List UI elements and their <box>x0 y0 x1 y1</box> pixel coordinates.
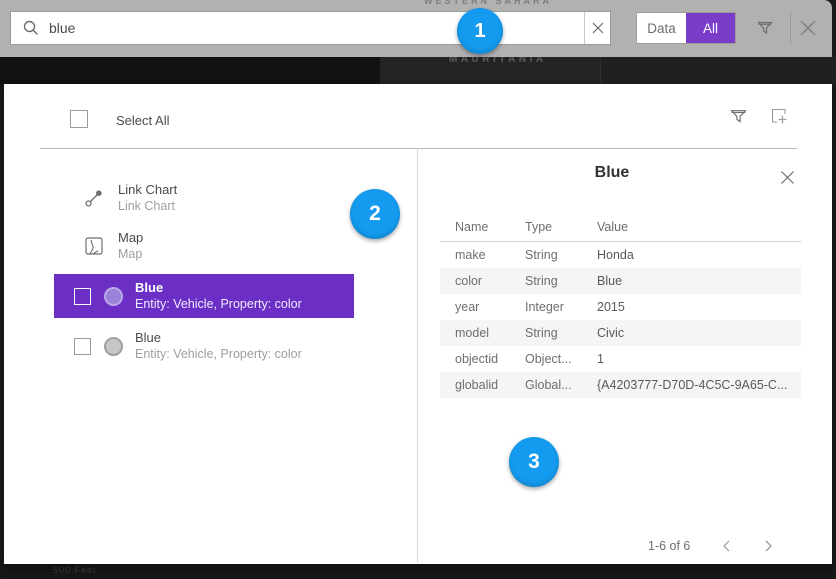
table-row[interactable]: objectid Object... 1 <box>440 346 801 372</box>
previous-page-button[interactable] <box>714 534 738 558</box>
attr-name: make <box>455 248 525 262</box>
result-subtitle: Entity: Vehicle, Property: color <box>135 346 302 362</box>
attr-type: String <box>525 248 597 262</box>
map-region-label: WESTERN SAHARA <box>424 0 552 6</box>
result-subtitle: Map <box>118 246 143 262</box>
entity-circle-icon <box>104 337 123 356</box>
result-title: Blue <box>135 280 302 296</box>
search-icon <box>23 20 39 36</box>
toolbar-divider <box>790 12 791 44</box>
attr-name: model <box>455 326 525 340</box>
map-icon <box>82 236 106 256</box>
link-chart-icon <box>82 188 106 208</box>
panel-header-divider <box>40 148 797 149</box>
column-header-name: Name <box>455 220 525 234</box>
attr-value: Honda <box>597 248 801 262</box>
search-scope-toggle: Data All <box>636 12 736 44</box>
attr-name: year <box>455 300 525 314</box>
table-row[interactable]: make String Honda <box>440 242 801 268</box>
pagination: 1-6 of 6 <box>604 534 804 558</box>
filter-button[interactable] <box>749 12 781 44</box>
app-window: MAURITANIA 500 Feet WESTERN SAHARA Data … <box>0 0 836 579</box>
scope-option-all[interactable]: All <box>686 13 735 43</box>
clear-search-button[interactable] <box>584 12 610 44</box>
attr-type: String <box>525 326 597 340</box>
select-all-checkbox[interactable] <box>70 110 88 128</box>
result-title: Map <box>118 230 143 246</box>
result-title: Blue <box>135 330 302 346</box>
map-scale-label: 500 Feet <box>53 565 97 575</box>
map-landmass-shape <box>600 56 836 86</box>
annotation-badge-1: 1 <box>457 8 503 54</box>
search-results-panel: Select All Link Chart Link Chart <box>4 84 832 564</box>
attr-name: globalid <box>455 378 525 392</box>
next-page-button[interactable] <box>756 534 780 558</box>
attr-value: {A4203777-D70D-4C5C-9A65-C... <box>597 378 801 392</box>
select-all-label: Select All <box>116 113 169 128</box>
results-filter-button[interactable] <box>726 104 750 128</box>
attr-name: objectid <box>455 352 525 366</box>
scope-option-data[interactable]: Data <box>637 13 686 43</box>
search-toolbar: WESTERN SAHARA Data All <box>0 0 832 57</box>
table-row[interactable]: globalid Global... {A4203777-D70D-4C5C-9… <box>440 372 801 398</box>
attribute-table-header: Name Type Value <box>440 212 801 242</box>
table-row[interactable]: year Integer 2015 <box>440 294 801 320</box>
search-box[interactable] <box>10 11 611 45</box>
attr-type: Integer <box>525 300 597 314</box>
attribute-table: Name Type Value make String Honda color … <box>440 212 801 398</box>
detail-close-button[interactable] <box>776 166 798 188</box>
result-checkbox[interactable] <box>74 288 91 305</box>
add-to-selection-icon <box>769 106 789 126</box>
column-header-value: Value <box>597 220 801 234</box>
annotation-badge-2: 2 <box>350 189 400 239</box>
attr-value: 1 <box>597 352 801 366</box>
attr-type: Object... <box>525 352 597 366</box>
table-row[interactable]: color String Blue <box>440 268 801 294</box>
result-item-map[interactable]: Map Map <box>54 224 354 268</box>
attr-name: color <box>455 274 525 288</box>
result-title: Link Chart <box>118 182 177 198</box>
panel-vertical-divider <box>417 149 418 563</box>
close-icon <box>780 170 795 185</box>
column-header-type: Type <box>525 220 597 234</box>
filter-funnel-icon <box>756 19 774 37</box>
result-checkbox[interactable] <box>74 338 91 355</box>
filter-funnel-icon <box>729 107 748 126</box>
attr-value: 2015 <box>597 300 801 314</box>
close-search-button[interactable] <box>792 12 824 44</box>
result-item-blue-selected[interactable]: Blue Entity: Vehicle, Property: color <box>54 274 354 318</box>
add-selection-button[interactable] <box>767 104 791 128</box>
result-item-link-chart[interactable]: Link Chart Link Chart <box>54 176 354 220</box>
attr-value: Civic <box>597 326 801 340</box>
attr-value: Blue <box>597 274 801 288</box>
result-subtitle: Entity: Vehicle, Property: color <box>135 296 302 312</box>
entity-circle-icon <box>104 287 123 306</box>
close-icon <box>799 19 817 37</box>
attr-type: Global... <box>525 378 597 392</box>
detail-title: Blue <box>417 164 807 182</box>
result-item-blue[interactable]: Blue Entity: Vehicle, Property: color <box>54 324 354 368</box>
pagination-label: 1-6 of 6 <box>648 539 690 553</box>
table-row[interactable]: model String Civic <box>440 320 801 346</box>
map-landmass-shape <box>0 564 836 579</box>
result-subtitle: Link Chart <box>118 198 177 214</box>
annotation-badge-3: 3 <box>509 437 559 487</box>
attr-type: String <box>525 274 597 288</box>
map-landmass-shape <box>0 56 380 86</box>
